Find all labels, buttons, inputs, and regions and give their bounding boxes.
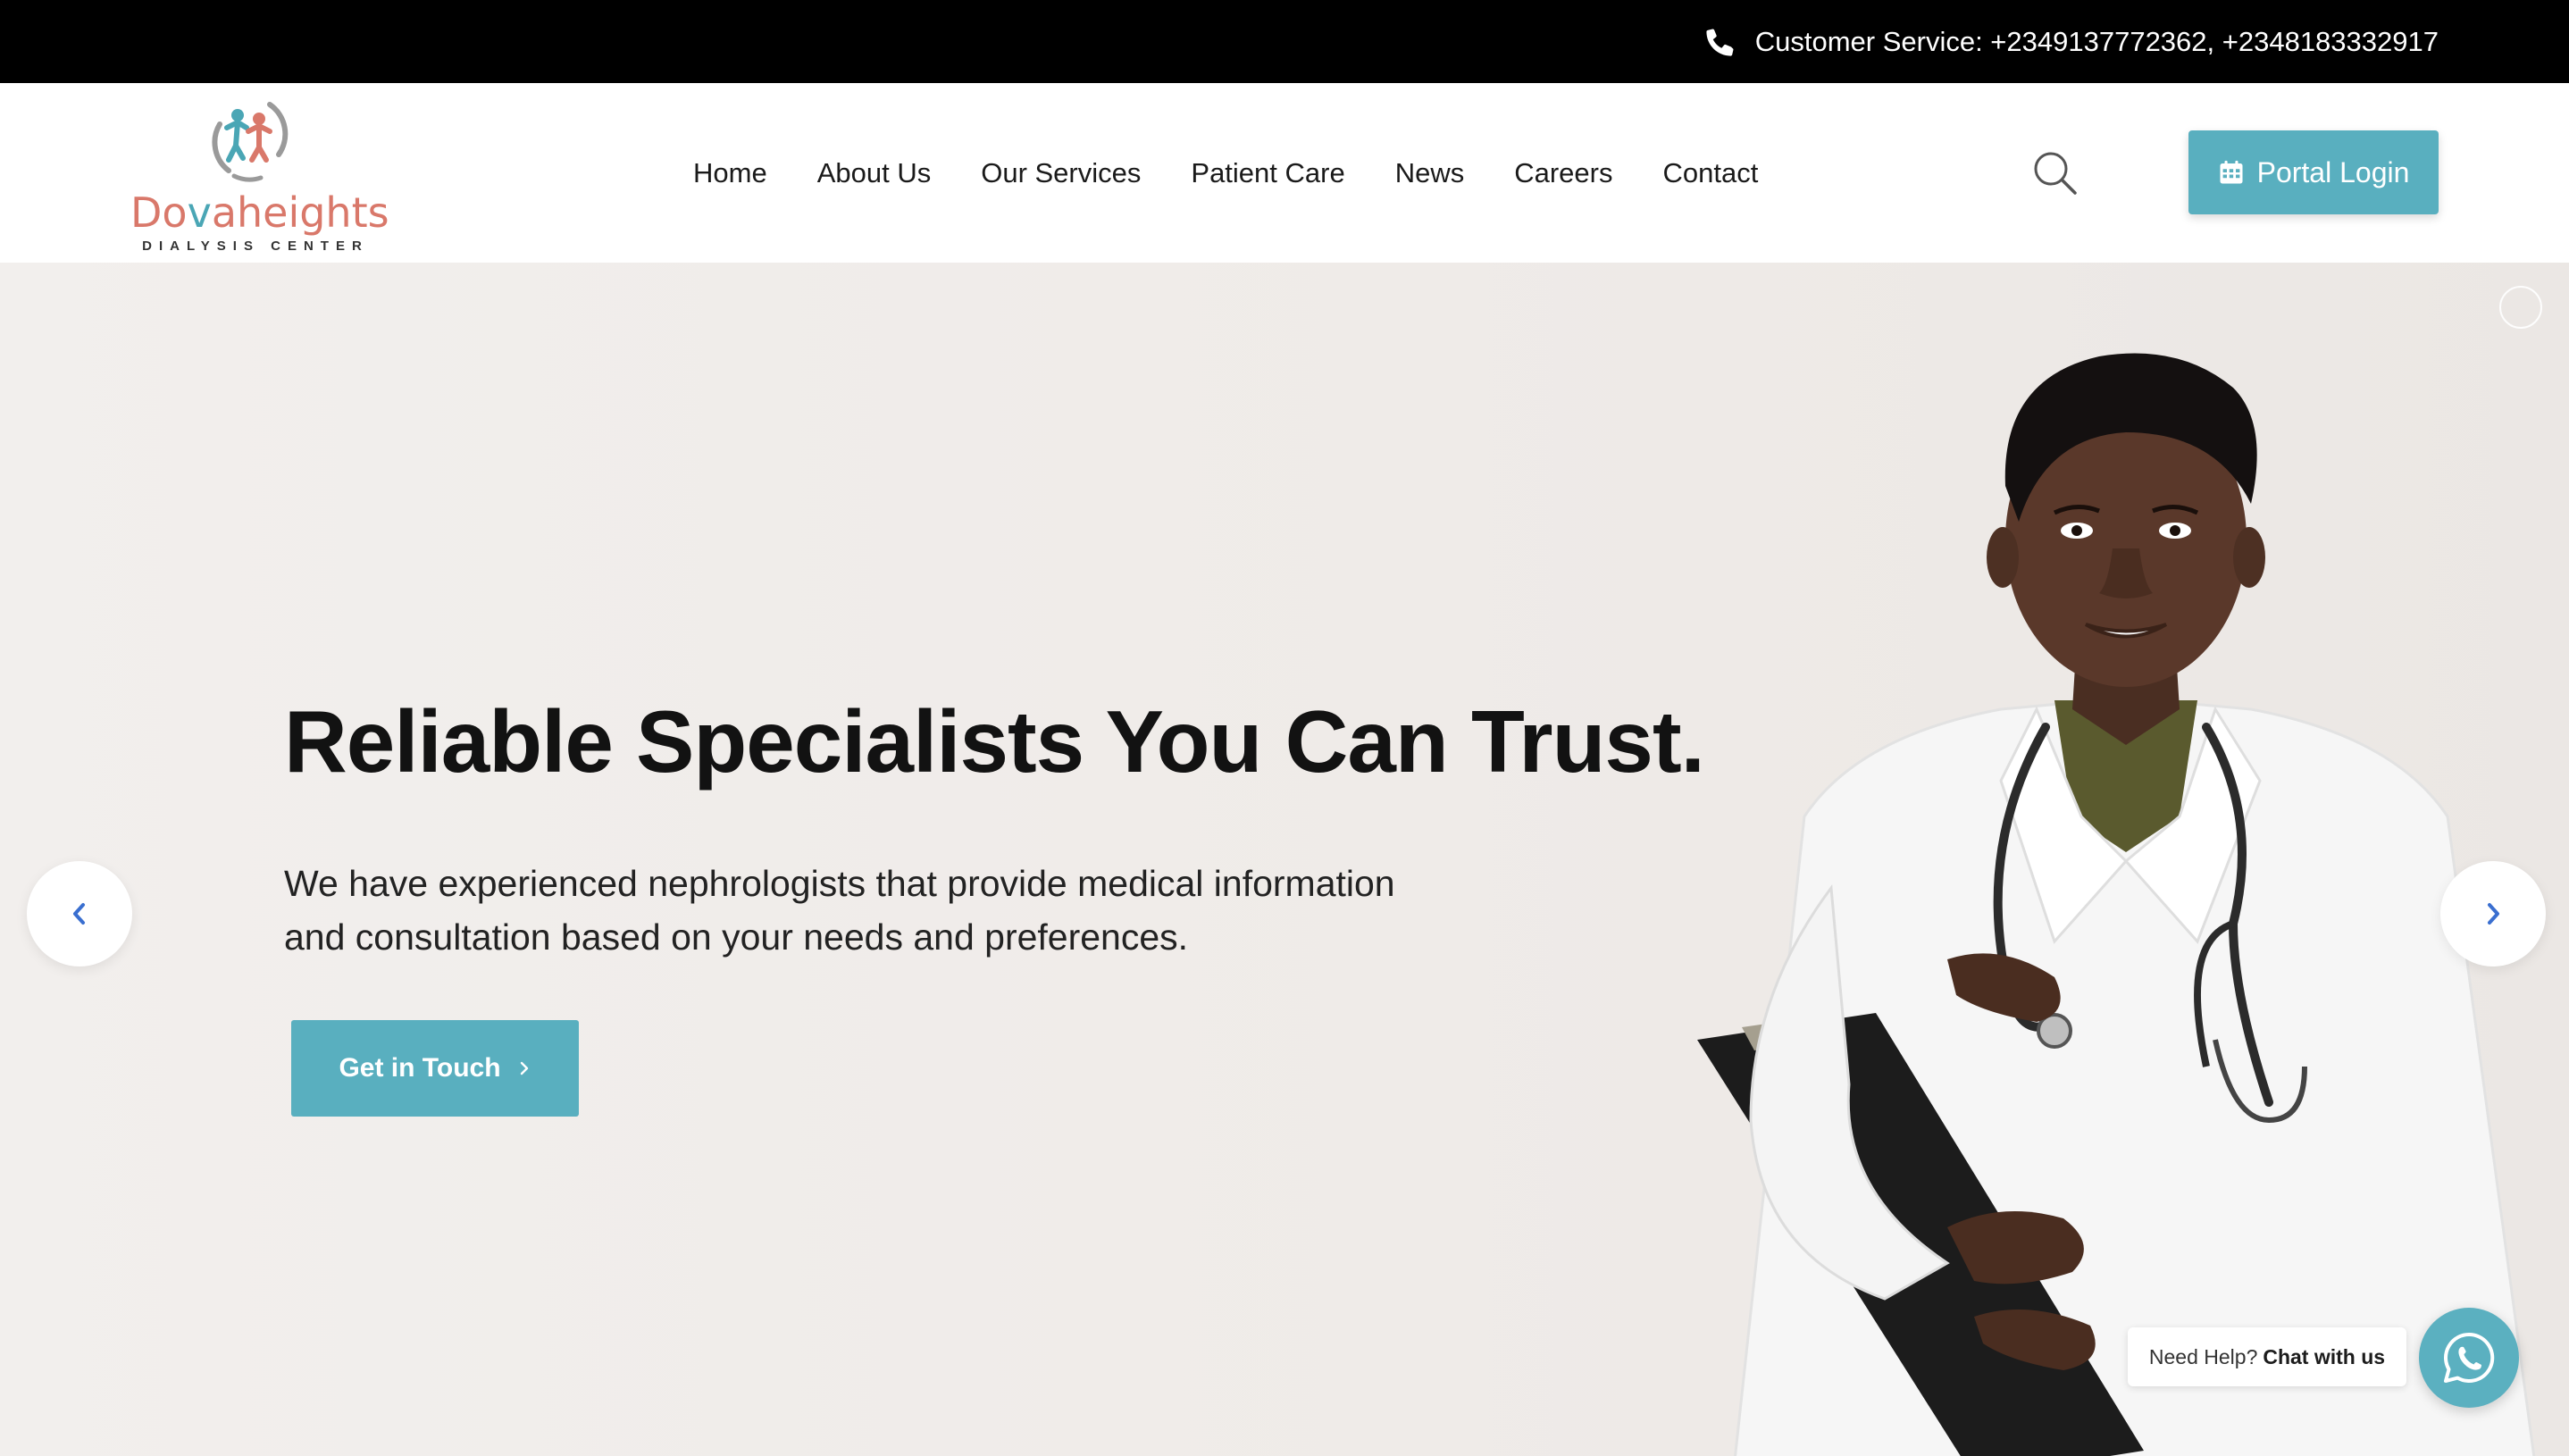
get-in-touch-button[interactable]: Get in Touch [291, 1020, 579, 1117]
logo[interactable]: Dovaheights DIALYSIS CENTER [130, 92, 389, 260]
portal-login-label: Portal Login [2256, 155, 2410, 188]
slider-indicator-ring[interactable] [2499, 286, 2542, 329]
customer-service[interactable]: Customer Service: +2349137772362, +23481… [1705, 0, 2439, 83]
main-nav: Home About Us Our Services Patient Care … [693, 83, 1758, 263]
chat-help-action: Chat with us [2263, 1344, 2386, 1368]
slider-prev-button[interactable] [27, 861, 132, 966]
chevron-right-icon [2488, 903, 2499, 925]
hero-slider: Reliable Specialists You Can Trust. We h… [0, 263, 2569, 1456]
logo-wordmark: Dovaheights [130, 188, 389, 237]
chat-help-label[interactable]: Need Help? Chat with us [2128, 1327, 2406, 1386]
chevron-left-icon [73, 903, 85, 925]
get-in-touch-label: Get in Touch [339, 1053, 501, 1083]
calendar-icon [2220, 160, 2243, 184]
site-header: Dovaheights DIALYSIS CENTER Home About U… [0, 83, 2569, 263]
nav-about-us[interactable]: About Us [817, 157, 932, 189]
nav-our-services[interactable]: Our Services [981, 157, 1141, 189]
phone-icon [1706, 29, 1734, 56]
chevron-right-small-icon [520, 1061, 528, 1075]
hero-description: We have experienced nephrologists that p… [284, 863, 1395, 958]
logo-word-part2: v [187, 188, 212, 237]
nav-news[interactable]: News [1395, 157, 1465, 189]
logo-word-part1: Do [130, 188, 188, 237]
nav-home[interactable]: Home [693, 157, 767, 189]
doctor-photo [1697, 353, 2536, 1456]
customer-service-text: Customer Service: +2349137772362, +23481… [1754, 25, 2439, 57]
nav-contact[interactable]: Contact [1663, 157, 1759, 189]
search-icon[interactable] [2031, 149, 2078, 196]
chat-help-prefix: Need Help? [2148, 1344, 2258, 1368]
portal-login-button[interactable]: Portal Login [2188, 130, 2439, 214]
logo-word-part3: aheights [211, 188, 389, 237]
whatsapp-chat-button[interactable] [2419, 1308, 2519, 1408]
logo-subtitle: DIALYSIS CENTER [142, 238, 369, 254]
slider-next-button[interactable] [2440, 861, 2546, 966]
whatsapp-icon [2444, 1332, 2495, 1383]
logo-mark-icon [212, 102, 289, 182]
nav-patient-care[interactable]: Patient Care [1191, 157, 1344, 189]
nav-careers[interactable]: Careers [1514, 157, 1612, 189]
top-bar: Customer Service: +2349137772362, +23481… [0, 0, 2569, 83]
hero-title: Reliable Specialists You Can Trust. [284, 692, 1705, 791]
